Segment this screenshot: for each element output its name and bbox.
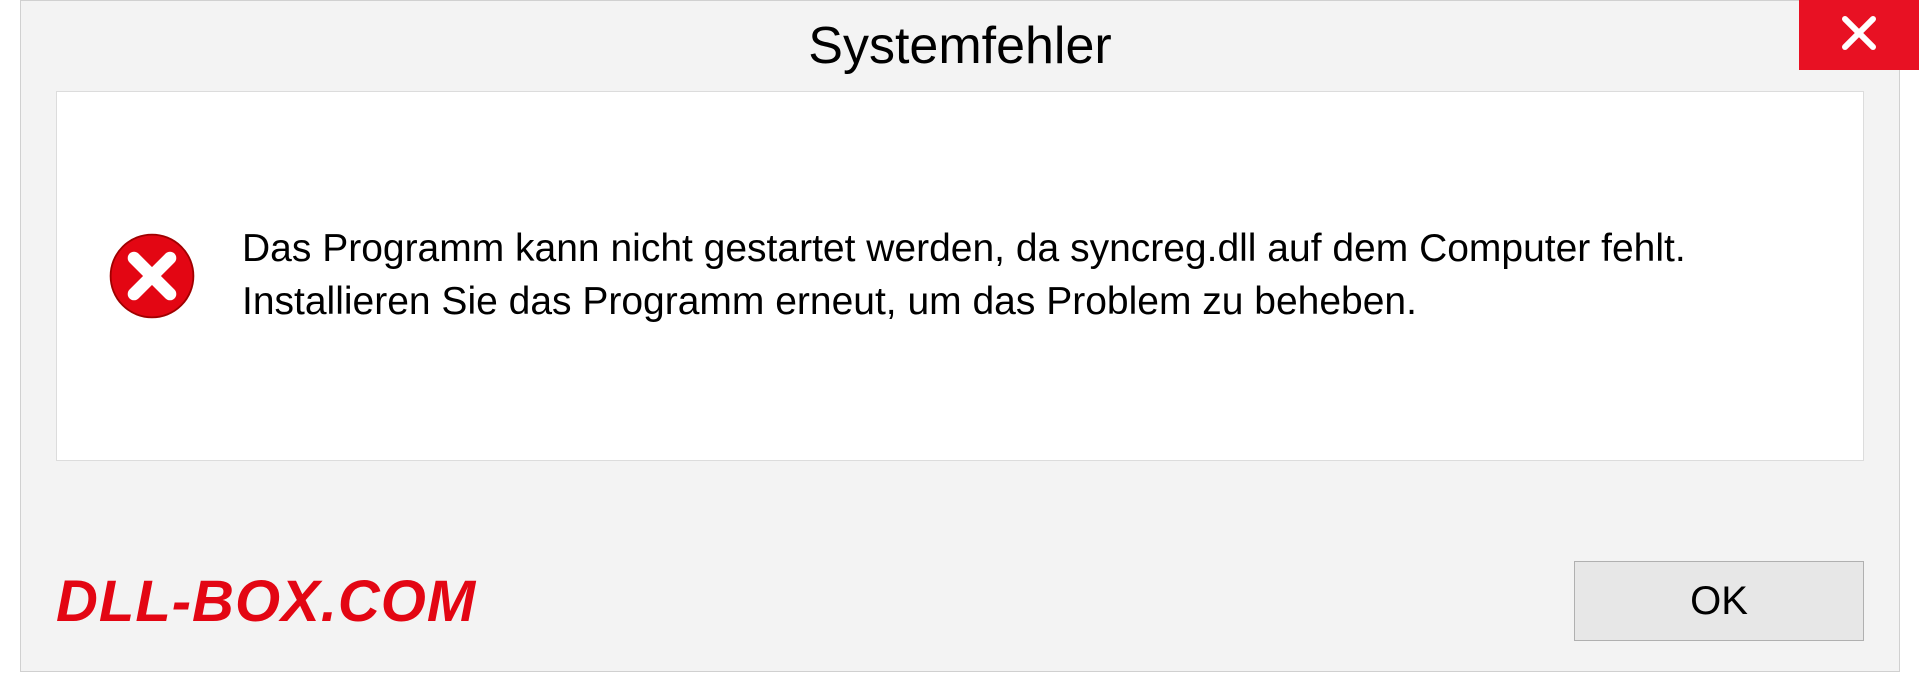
close-icon (1839, 13, 1879, 58)
error-dialog: Systemfehler Das Programm kann nicht ges… (20, 0, 1900, 672)
dialog-title: Systemfehler (808, 16, 1111, 76)
ok-button[interactable]: OK (1574, 561, 1864, 641)
error-message: Das Programm kann nicht gestartet werden… (242, 223, 1813, 328)
watermark-text: DLL-BOX.COM (56, 568, 476, 635)
error-icon (107, 231, 197, 321)
titlebar: Systemfehler (21, 1, 1899, 91)
content-area: Das Programm kann nicht gestartet werden… (56, 91, 1864, 461)
footer: DLL-BOX.COM OK (56, 561, 1864, 641)
close-button[interactable] (1799, 0, 1919, 70)
